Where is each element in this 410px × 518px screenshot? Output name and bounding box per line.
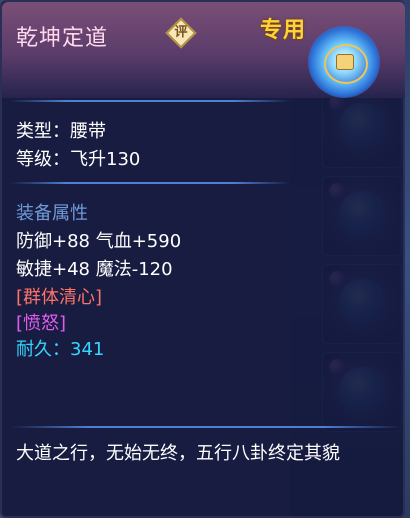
item-description: 大道之行，无始无终，五行八卦终定其貌	[16, 443, 340, 464]
divider	[10, 182, 290, 184]
divider	[10, 100, 290, 102]
durability: 耐久：341	[16, 339, 105, 360]
belt-icon-buckle	[336, 54, 354, 70]
special-effect: [愤怒]	[16, 313, 67, 334]
item-type: 类型：腰带	[16, 121, 106, 142]
item-level: 等级：飞升130	[16, 149, 141, 170]
item-name: 乾坤定道	[16, 26, 109, 51]
stat-line: 敏捷+48 魔法-120	[16, 259, 173, 280]
stat-line: 防御+88 气血+590	[16, 231, 182, 252]
divider	[10, 426, 402, 428]
attributes-heading: 装备属性	[16, 203, 88, 224]
special-effect: [群体清心]	[16, 287, 103, 308]
item-tooltip: 乾坤定道 评 专用 类型：腰带 等级：飞升130 装备属性 防御+88 气血+5…	[0, 0, 405, 518]
rate-label: 评	[174, 25, 188, 40]
exclusive-label: 专用	[260, 18, 307, 43]
belt-icon	[306, 24, 382, 100]
rate-icon[interactable]: 评	[165, 17, 197, 49]
